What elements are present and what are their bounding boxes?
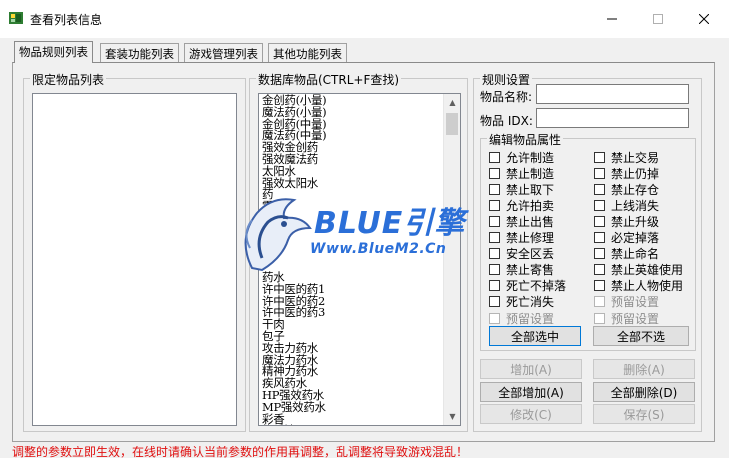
checkbox-label: 预留设置: [506, 311, 555, 326]
checkbox-box[interactable]: [594, 248, 605, 260]
checkbox-box[interactable]: [594, 215, 605, 227]
checkbox-label: 允许制造: [506, 150, 555, 165]
checkbox-label: 禁止制造: [506, 166, 555, 181]
attribute-checkbox[interactable]: 禁止英雄使用: [594, 263, 683, 277]
checkbox-box[interactable]: [594, 232, 605, 243]
checkbox-box[interactable]: [594, 167, 605, 179]
select-all-button[interactable]: 全部选中: [489, 326, 581, 346]
title-bar: 查看列表信息: [0, 0, 729, 38]
limited-items-group: 限定物品列表: [23, 71, 246, 432]
item-name-label: 物品名称:: [480, 90, 533, 104]
maximize-icon: [653, 14, 663, 24]
delete-all-button[interactable]: 全部删除(D): [593, 382, 695, 402]
checkbox-label: 死亡不掉落: [506, 279, 567, 294]
close-button[interactable]: [681, 0, 727, 38]
attribute-checkbox[interactable]: 允许制造: [489, 150, 555, 165]
maximize-button[interactable]: [635, 0, 681, 38]
attribute-checkbox[interactable]: 禁止仍掉: [594, 166, 660, 181]
attribute-checkbox[interactable]: 预留设置: [594, 295, 659, 309]
bottom-notice-strip: 调整的参数立即生效，在线时请确认当前参数的作用再调整，乱调整将导致游戏混乱！: [0, 446, 729, 458]
checkbox-box[interactable]: [489, 167, 500, 179]
checkbox-box[interactable]: [594, 183, 605, 195]
limited-items-list[interactable]: [32, 93, 237, 426]
window-title: 查看列表信息: [30, 13, 103, 27]
checkbox-label: 禁止存仓: [611, 182, 660, 197]
list-item[interactable]: 许中医的药3: [262, 307, 447, 319]
select-none-button[interactable]: 全部不选: [593, 326, 689, 346]
checkbox-box[interactable]: [594, 280, 605, 292]
watermark-brand: BLUE引擎: [314, 206, 466, 241]
watermark: BLUE引擎 Www.BlueM2.Cn: [232, 188, 532, 278]
app-icon: [9, 12, 23, 24]
item-idx-label: 物品 IDX:: [480, 114, 533, 128]
minimize-button[interactable]: [589, 0, 635, 38]
attribute-checkbox[interactable]: 禁止命名: [594, 247, 659, 261]
checkbox-label: 预留设置: [611, 295, 660, 310]
save-button[interactable]: 保存(S): [593, 404, 695, 424]
list-item[interactable]: 干肉: [262, 318, 447, 331]
scroll-thumb[interactable]: [446, 113, 458, 135]
checkbox-box[interactable]: [594, 151, 605, 163]
scroll-down-icon[interactable]: ▼: [444, 408, 460, 425]
tab-other-functions[interactable]: 其他功能列表: [268, 43, 347, 62]
attribute-checkbox[interactable]: 预留设置: [594, 311, 660, 326]
attribute-checkbox[interactable]: 禁止交易: [594, 150, 660, 165]
checkbox-label: 禁止英雄使用: [611, 263, 684, 278]
dragon-logo-icon: [244, 198, 312, 272]
delete-button[interactable]: 删除(A): [593, 359, 695, 379]
rule-settings-title: 规则设置: [480, 71, 533, 88]
close-icon: [699, 14, 709, 24]
attribute-checkbox[interactable]: 必定掉落: [594, 231, 659, 245]
checkbox-box[interactable]: [594, 296, 605, 308]
limited-items-title: 限定物品列表: [30, 71, 107, 88]
checkbox-label: 禁止升级: [611, 214, 660, 229]
checkbox-box[interactable]: [489, 296, 500, 308]
item-name-input[interactable]: [536, 84, 689, 104]
attribute-checkbox[interactable]: 禁止制造: [489, 166, 555, 181]
checkbox-label: 禁止交易: [611, 150, 660, 165]
checkbox-box[interactable]: [594, 312, 605, 324]
list-item[interactable]: MP强效药水: [262, 401, 447, 414]
database-items-title: 数据库物品(CTRL+F查找): [256, 71, 402, 88]
add-all-button[interactable]: 全部增加(A): [480, 382, 582, 402]
checkbox-label: 预留设置: [611, 311, 660, 326]
checkbox-label: 上线消失: [611, 198, 660, 213]
scroll-up-icon[interactable]: ▲: [444, 94, 460, 111]
attribute-checkbox[interactable]: 预留设置: [489, 311, 555, 326]
item-idx-input[interactable]: [536, 108, 689, 128]
list-item[interactable]: 烧香沙: [262, 425, 296, 426]
attribute-checkbox[interactable]: 禁止升级: [594, 214, 660, 229]
edit-attributes-title: 编辑物品属性: [487, 131, 564, 148]
checkbox-label: 禁止人物使用: [611, 279, 684, 294]
checkbox-label: 禁止仍掉: [611, 166, 660, 181]
add-button[interactable]: 增加(A): [480, 359, 582, 379]
attribute-checkbox[interactable]: 禁止存仓: [594, 182, 660, 197]
modify-button[interactable]: 修改(C): [480, 404, 582, 424]
attribute-checkbox[interactable]: 死亡不掉落: [489, 279, 566, 293]
checkbox-label: 禁止命名: [611, 247, 660, 262]
tab-game-management[interactable]: 游戏管理列表: [184, 43, 263, 62]
minimize-icon: [607, 18, 617, 20]
tab-item-rules[interactable]: 物品规则列表: [14, 41, 93, 63]
checkbox-box[interactable]: [594, 199, 605, 211]
checkbox-box[interactable]: [489, 151, 500, 163]
bottom-notice: 调整的参数立即生效，在线时请确认当前参数的作用再调整，乱调整将导致游戏混乱！: [12, 446, 469, 458]
checkbox-label: 死亡消失: [506, 295, 555, 310]
attribute-checkbox[interactable]: 死亡消失: [489, 295, 554, 309]
attribute-checkbox[interactable]: 上线消失: [594, 198, 660, 213]
checkbox-box[interactable]: [489, 280, 500, 292]
checkbox-box[interactable]: [594, 264, 605, 276]
watermark-url: Www.BlueM2.Cn: [310, 241, 447, 257]
tab-set-functions[interactable]: 套装功能列表: [100, 43, 179, 62]
checkbox-label: 必定掉落: [611, 231, 660, 245]
checkbox-box[interactable]: [489, 312, 500, 324]
attribute-checkbox[interactable]: 禁止人物使用: [594, 279, 683, 293]
